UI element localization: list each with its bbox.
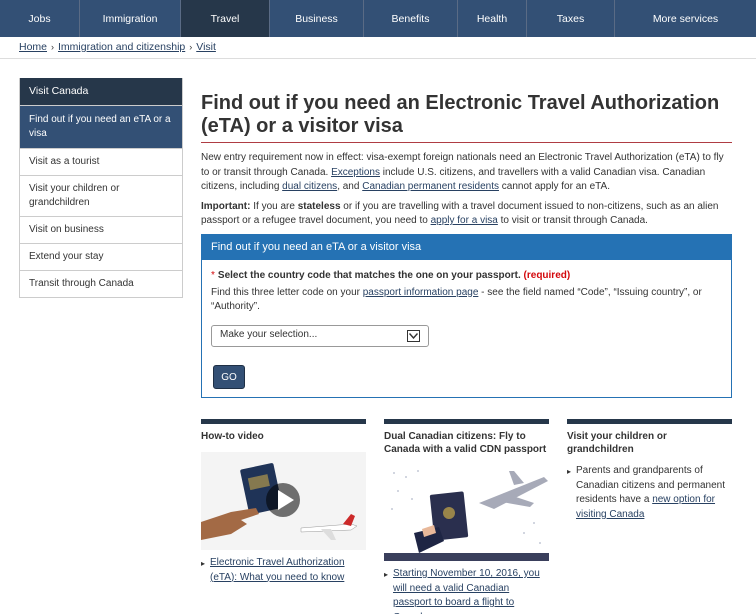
passport-requirement-link[interactable]: Starting November 10, 2016, you will nee… bbox=[393, 567, 549, 614]
card-bar bbox=[567, 419, 732, 424]
nav-item-benefits[interactable]: Benefits bbox=[364, 0, 458, 37]
go-button[interactable]: GO bbox=[213, 365, 245, 389]
card-text-row: ▸ Parents and grandparents of Canadian c… bbox=[567, 464, 732, 522]
card-bar bbox=[201, 419, 366, 424]
eta-check-panel: Find out if you need an eTA or a visitor… bbox=[201, 234, 732, 398]
nav-item-travel[interactable]: Travel bbox=[181, 0, 270, 37]
breadcrumb-separator: › bbox=[189, 42, 193, 52]
eta-video-link[interactable]: Electronic Travel Authorization (eTA): W… bbox=[210, 556, 366, 585]
card-link-row: ▸ Starting November 10, 2016, you will n… bbox=[384, 567, 549, 614]
card-bar bbox=[384, 419, 549, 424]
sidebar: Visit Canada Find out if you need an eTA… bbox=[19, 78, 183, 298]
card-title: Dual Canadian citizens: Fly to Canada wi… bbox=[384, 431, 547, 455]
select-value: Make your selection... bbox=[220, 329, 318, 341]
required-text: (required) bbox=[523, 270, 571, 281]
nav-item-immigration[interactable]: Immigration bbox=[80, 0, 181, 37]
sidebar-item-extend-stay[interactable]: Extend your stay bbox=[20, 243, 182, 270]
nav-item-business[interactable]: Business bbox=[270, 0, 364, 37]
top-navigation: Jobs Immigration Travel Business Benefit… bbox=[0, 0, 756, 37]
apply-for-visa-link[interactable]: apply for a visa bbox=[431, 215, 498, 226]
passport-info-link[interactable]: passport information page bbox=[363, 287, 479, 298]
sidebar-item-tourist[interactable]: Visit as a tourist bbox=[20, 148, 182, 175]
chevron-down-icon bbox=[407, 329, 420, 342]
exceptions-link[interactable]: Exceptions bbox=[331, 167, 380, 178]
panel-heading: Find out if you need an eTA or a visitor… bbox=[202, 235, 731, 260]
page-title: Find out if you need an Electronic Trave… bbox=[201, 92, 732, 143]
sidebar-item-children[interactable]: Visit your children or grandchildren bbox=[20, 175, 182, 216]
intro-paragraph: New entry requirement now in effect: vis… bbox=[201, 152, 724, 192]
triangle-right-icon: ▸ bbox=[201, 559, 206, 568]
card-text: Parents and grandparents of Canadian cit… bbox=[576, 465, 725, 520]
required-star: * bbox=[211, 270, 215, 281]
card-how-to-video: How-to video ▸ Electronic Travel Authori… bbox=[201, 419, 366, 585]
breadcrumb-immigration[interactable]: Immigration and citizenship bbox=[58, 41, 185, 53]
card-title: How-to video bbox=[201, 431, 264, 442]
breadcrumb: Home › Immigration and citizenship › Vis… bbox=[19, 41, 216, 53]
main-content: Find out if you need an Electronic Trave… bbox=[201, 92, 732, 229]
breadcrumb-home[interactable]: Home bbox=[19, 41, 47, 53]
nav-item-taxes[interactable]: Taxes bbox=[527, 0, 615, 37]
card-title: Visit your children or grandchildren bbox=[567, 431, 667, 455]
breadcrumb-visit[interactable]: Visit bbox=[196, 41, 216, 53]
sidebar-item-eta-or-visa[interactable]: Find out if you need an eTA or a visa bbox=[20, 105, 182, 148]
card-dual-citizens: Dual Canadian citizens: Fly to Canada wi… bbox=[384, 419, 549, 614]
card-visit-children: Visit your children or grandchildren ▸ P… bbox=[567, 419, 732, 522]
sidebar-item-business[interactable]: Visit on business bbox=[20, 216, 182, 243]
sidebar-heading[interactable]: Visit Canada bbox=[20, 78, 182, 105]
field-help-text: Find this three letter code on your pass… bbox=[211, 286, 702, 313]
nav-item-health[interactable]: Health bbox=[458, 0, 527, 37]
triangle-right-icon: ▸ bbox=[384, 570, 389, 579]
permanent-residents-link[interactable]: Canadian permanent residents bbox=[362, 181, 499, 192]
video-thumbnail[interactable] bbox=[201, 452, 366, 550]
sidebar-item-transit[interactable]: Transit through Canada bbox=[20, 270, 182, 297]
country-code-select[interactable]: Make your selection... bbox=[211, 324, 429, 347]
breadcrumb-divider bbox=[0, 58, 756, 59]
passport-image-art bbox=[384, 463, 549, 561]
panel-body: * Select the country code that matches th… bbox=[202, 260, 731, 347]
video-thumbnail-art bbox=[201, 452, 366, 550]
country-code-label: * Select the country code that matches th… bbox=[211, 270, 571, 281]
nav-item-jobs[interactable]: Jobs bbox=[0, 0, 80, 37]
nav-item-more-services[interactable]: More services bbox=[615, 0, 756, 37]
card-link-row: ▸ Electronic Travel Authorization (eTA):… bbox=[201, 556, 366, 585]
triangle-right-icon: ▸ bbox=[567, 467, 572, 476]
passport-image bbox=[384, 463, 549, 561]
important-paragraph: Important: If you are stateless or if yo… bbox=[201, 200, 719, 227]
dual-citizens-link[interactable]: dual citizens bbox=[282, 181, 337, 192]
breadcrumb-separator: › bbox=[51, 42, 55, 52]
